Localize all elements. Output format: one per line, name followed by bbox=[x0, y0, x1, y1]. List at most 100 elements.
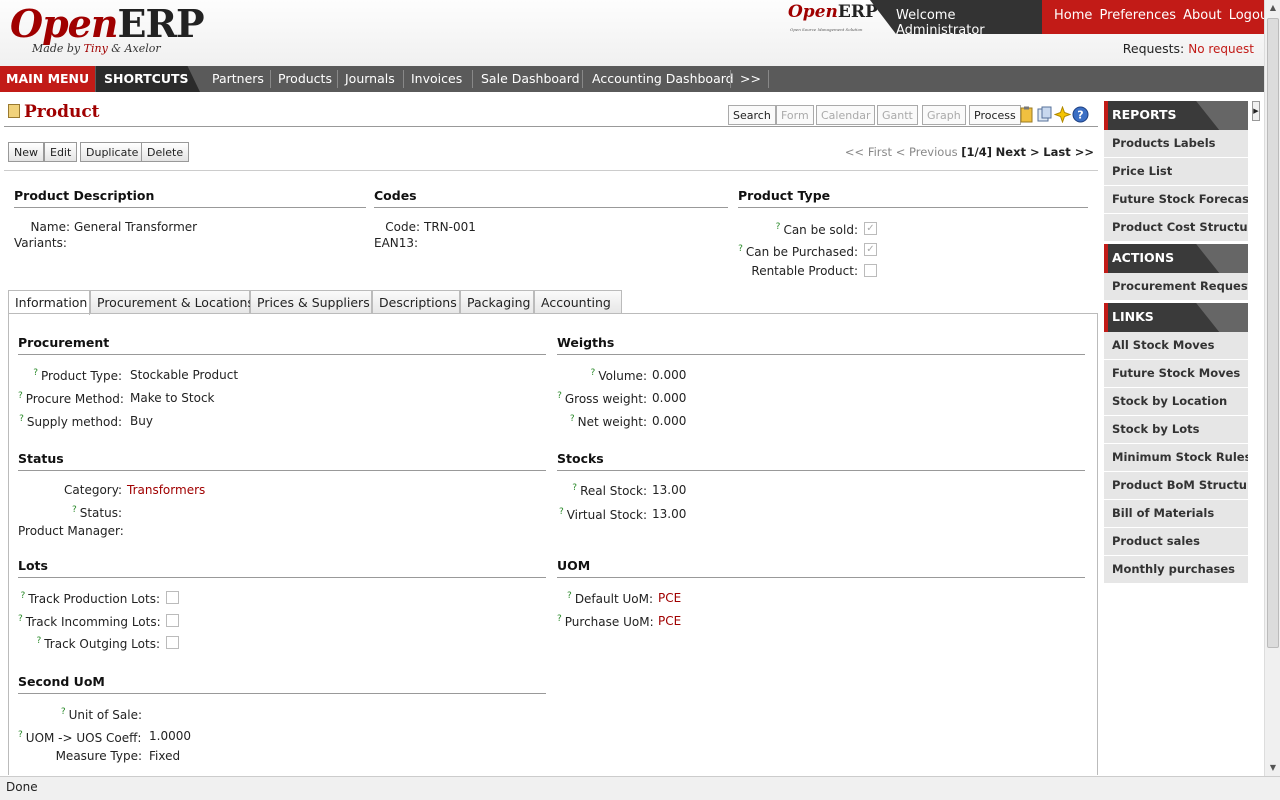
shortcut-invoices[interactable]: Invoices bbox=[411, 66, 462, 92]
scrollbar-thumb[interactable] bbox=[1267, 18, 1279, 648]
code-label: Code: bbox=[385, 220, 420, 234]
sidebar-toggle-icon[interactable]: ▶ bbox=[1252, 101, 1260, 121]
tab-panel bbox=[8, 313, 1098, 775]
pager-first[interactable]: << First bbox=[845, 145, 892, 159]
duplicate-button[interactable]: Duplicate bbox=[80, 142, 145, 162]
tab-procurement-locations[interactable]: Procurement & Locations bbox=[90, 290, 254, 314]
new-sparkle-icon[interactable] bbox=[1054, 106, 1071, 123]
new-button[interactable]: New bbox=[8, 142, 44, 162]
shortcut-sale-dashboard[interactable]: Sale Dashboard bbox=[481, 66, 580, 92]
tab-information[interactable]: Information bbox=[8, 290, 90, 315]
link-monthly-purchases[interactable]: Monthly purchases bbox=[1104, 556, 1248, 584]
attachment-icon[interactable] bbox=[1036, 106, 1053, 123]
form-view-button[interactable]: Form bbox=[776, 105, 814, 125]
product-type-field[interactable]: Stockable Product bbox=[130, 368, 238, 382]
shortcuts-label[interactable]: SHORTCUTS bbox=[96, 66, 200, 92]
header: OpenERP Made by Tiny & Axelor OpenERP Op… bbox=[0, 0, 1273, 66]
tab-descriptions[interactable]: Descriptions bbox=[372, 290, 460, 314]
help-icon[interactable]: ? bbox=[1072, 106, 1089, 123]
scroll-down-icon[interactable]: ▼ bbox=[1265, 760, 1280, 776]
uom-heading: UOM bbox=[557, 558, 1085, 578]
more-shortcuts-button[interactable]: >> bbox=[740, 66, 761, 92]
tab-prices-suppliers[interactable]: Prices & Suppliers bbox=[250, 290, 372, 314]
action-procurement-request[interactable]: Procurement Request bbox=[1104, 273, 1248, 301]
pager-previous[interactable]: < Previous bbox=[896, 145, 958, 159]
link-stock-by-lots[interactable]: Stock by Lots bbox=[1104, 416, 1248, 444]
uom-uos-coeff-field[interactable]: 1.0000 bbox=[149, 729, 191, 743]
procure-method-field[interactable]: Make to Stock bbox=[130, 391, 215, 405]
code-field[interactable]: TRN-001 bbox=[424, 220, 476, 234]
pager-last[interactable]: Last >> bbox=[1043, 145, 1094, 159]
track-production-lots-label: ? Track Production Lots: bbox=[20, 591, 160, 606]
vertical-scrollbar[interactable]: ▲ ▼ bbox=[1264, 0, 1280, 776]
track-production-lots-checkbox[interactable] bbox=[166, 591, 179, 604]
shortcut-accounting-dashboard[interactable]: Accounting Dashboard bbox=[592, 66, 734, 92]
process-view-button[interactable]: Process bbox=[969, 105, 1021, 125]
can-be-sold-checkbox[interactable]: ✓ bbox=[864, 222, 877, 235]
requests-link[interactable]: No request bbox=[1188, 42, 1254, 56]
shortcut-journals[interactable]: Journals bbox=[345, 66, 395, 92]
clipboard-icon[interactable] bbox=[1018, 106, 1035, 123]
link-bill-of-materials[interactable]: Bill of Materials bbox=[1104, 500, 1248, 528]
virtual-stock-field[interactable]: 13.00 bbox=[652, 507, 686, 521]
tab-accounting[interactable]: Accounting bbox=[534, 290, 622, 314]
category-link[interactable]: Transformers bbox=[127, 483, 205, 497]
preferences-link[interactable]: Preferences bbox=[1100, 8, 1176, 23]
track-outgoing-lots-checkbox[interactable] bbox=[166, 636, 179, 649]
tab-packaging[interactable]: Packaging bbox=[460, 290, 534, 314]
net-weight-field[interactable]: 0.000 bbox=[652, 414, 686, 428]
product-description-heading: Product Description bbox=[14, 188, 366, 208]
real-stock-label: ? Real Stock: bbox=[572, 483, 647, 498]
report-future-stock-forecast[interactable]: Future Stock Forecast bbox=[1104, 186, 1248, 214]
reports-heading: REPORTS bbox=[1104, 101, 1220, 130]
link-product-bom-structure[interactable]: Product BoM Structure bbox=[1104, 472, 1248, 500]
rentable-product-checkbox[interactable] bbox=[864, 264, 877, 277]
report-price-list[interactable]: Price List bbox=[1104, 158, 1248, 186]
graph-view-button[interactable]: Graph bbox=[922, 105, 966, 125]
openerp-logo[interactable]: OpenERP Made by Tiny & Axelor bbox=[10, 4, 205, 56]
link-stock-by-location[interactable]: Stock by Location bbox=[1104, 388, 1248, 416]
track-incoming-lots-checkbox[interactable] bbox=[166, 614, 179, 627]
default-uom-link[interactable]: PCE bbox=[658, 591, 681, 605]
top-links: Home Preferences About Logout bbox=[1042, 0, 1273, 34]
name-field[interactable]: General Transformer bbox=[74, 220, 197, 234]
delete-button[interactable]: Delete bbox=[141, 142, 190, 162]
status-label: ? Status: bbox=[71, 505, 122, 520]
measure-type-field[interactable]: Fixed bbox=[149, 749, 180, 763]
purchase-uom-label: ? Purchase UoM: bbox=[557, 614, 654, 629]
title-divider bbox=[4, 126, 1098, 127]
link-future-stock-moves[interactable]: Future Stock Moves bbox=[1104, 360, 1248, 388]
links-heading: LINKS bbox=[1104, 303, 1220, 332]
link-minimum-stock-rules[interactable]: Minimum Stock Rules bbox=[1104, 444, 1248, 472]
gross-weight-field[interactable]: 0.000 bbox=[652, 391, 686, 405]
second-uom-heading: Second UoM bbox=[18, 674, 546, 694]
home-link[interactable]: Home bbox=[1054, 8, 1092, 23]
volume-field[interactable]: 0.000 bbox=[652, 368, 686, 382]
menu-bar: MAIN MENU SHORTCUTS Partners Products Jo… bbox=[0, 66, 1264, 92]
scroll-up-icon[interactable]: ▲ bbox=[1265, 0, 1280, 16]
calendar-view-button[interactable]: Calendar bbox=[816, 105, 876, 125]
shortcut-partners[interactable]: Partners bbox=[212, 66, 264, 92]
search-view-button[interactable]: Search bbox=[728, 105, 776, 125]
pager-next[interactable]: Next > bbox=[996, 145, 1040, 159]
small-openerp-logo: OpenERP Open Source Management Solution bbox=[788, 2, 878, 32]
gantt-view-button[interactable]: Gantt bbox=[877, 105, 918, 125]
can-be-sold-label: ? Can be sold: bbox=[775, 222, 858, 237]
can-be-purchased-checkbox[interactable]: ✓ bbox=[864, 243, 877, 256]
link-all-stock-moves[interactable]: All Stock Moves bbox=[1104, 332, 1248, 360]
product-icon bbox=[8, 104, 20, 118]
requests: Requests: No request bbox=[1122, 41, 1254, 56]
link-product-sales[interactable]: Product sales bbox=[1104, 528, 1248, 556]
lots-heading: Lots bbox=[18, 558, 546, 578]
supply-method-field[interactable]: Buy bbox=[130, 414, 153, 428]
shortcut-products[interactable]: Products bbox=[278, 66, 332, 92]
real-stock-field[interactable]: 13.00 bbox=[652, 483, 686, 497]
product-type-label: ? Product Type: bbox=[33, 368, 122, 383]
welcome-text: Welcome Administrator bbox=[870, 0, 1042, 34]
edit-button[interactable]: Edit bbox=[44, 142, 78, 162]
purchase-uom-link[interactable]: PCE bbox=[658, 614, 681, 628]
about-link[interactable]: About bbox=[1183, 8, 1221, 23]
main-menu-button[interactable]: MAIN MENU bbox=[0, 66, 96, 92]
report-products-labels[interactable]: Products Labels bbox=[1104, 130, 1248, 158]
report-product-cost-structure[interactable]: Product Cost Structure bbox=[1104, 214, 1248, 242]
